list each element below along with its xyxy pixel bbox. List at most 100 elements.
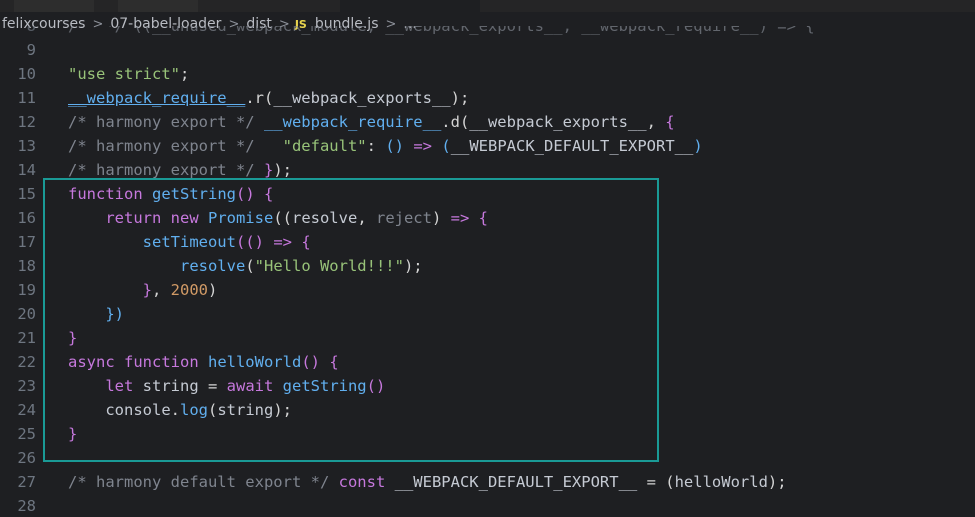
- line-number: 17: [17, 233, 36, 251]
- code-line[interactable]: 19 }, 2000): [0, 278, 975, 302]
- line-number: 23: [17, 377, 36, 395]
- code-text: let string = await getString(): [68, 374, 385, 398]
- editor-tab-active[interactable]: [340, 0, 480, 12]
- code-token: "Hello World!!!": [254, 257, 404, 275]
- code-token: =>: [273, 233, 292, 251]
- code-token: }: [263, 161, 274, 179]
- code-token: console: [105, 401, 171, 419]
- code-token: /* harmony export */: [68, 137, 264, 155]
- code-token: =>: [413, 137, 432, 155]
- code-token: (): [366, 377, 386, 395]
- code-token: return new: [105, 209, 208, 227]
- line-number: 13: [17, 137, 36, 155]
- code-token: ,: [357, 209, 376, 227]
- code-token: /* harmony export */: [68, 161, 264, 179]
- code-line[interactable]: 20 }): [0, 302, 975, 326]
- code-line[interactable]: 10 "use strict";: [0, 62, 975, 86]
- line-number: 19: [17, 281, 36, 299]
- code-token: async function: [68, 353, 208, 371]
- code-editor[interactable]: 8 /* */ ((__unused_webpack_module, __webp…: [0, 26, 975, 517]
- code-token: {: [329, 353, 339, 371]
- line-number: 22: [17, 353, 36, 371]
- code-line[interactable]: 27 /* harmony default export */ const __W…: [0, 470, 975, 494]
- code-token: ): [431, 209, 451, 227]
- code-text: return new Promise((resolve, reject) => …: [68, 206, 488, 230]
- code-token: __WEBPACK_DEFAULT_EXPORT__: [394, 473, 638, 491]
- code-line[interactable]: 18 resolve("Hello World!!!");: [0, 254, 975, 278]
- code-line[interactable]: 13 /* harmony export */ "default": () => …: [0, 134, 975, 158]
- code-token: helloWorld: [674, 473, 768, 491]
- code-token: }): [105, 305, 124, 323]
- code-text: console.log(string);: [68, 398, 292, 422]
- code-line[interactable]: 26: [0, 446, 975, 470]
- code-line[interactable]: 23 let string = await getString(): [0, 374, 975, 398]
- code-token: __webpack_require__: [68, 89, 246, 107]
- code-token: ) => {: [758, 26, 815, 35]
- editor-tab[interactable]: [118, 0, 198, 12]
- code-text: /* */ ((__unused_webpack_module, __webpa…: [68, 26, 815, 38]
- code-token: /* harmony default export */: [68, 473, 339, 491]
- editor-tab-strip: [0, 0, 975, 12]
- code-line[interactable]: 17 setTimeout(() => {: [0, 230, 975, 254]
- code-token: const: [338, 473, 395, 491]
- code-line[interactable]: 24 console.log(string);: [0, 398, 975, 422]
- code-line[interactable]: 9: [0, 38, 975, 62]
- code-token: ((: [273, 209, 292, 227]
- editor-tab[interactable]: [14, 0, 94, 12]
- code-text: setTimeout(() => {: [68, 230, 311, 254]
- code-line[interactable]: 11 __webpack_require__.r(__webpack_export…: [0, 86, 975, 110]
- code-token: Promise: [207, 209, 274, 227]
- code-line[interactable]: 15 function getString() {: [0, 182, 975, 206]
- code-token: .: [170, 401, 180, 419]
- code-line[interactable]: 8 /* */ ((__unused_webpack_module, __webp…: [0, 26, 975, 38]
- code-token: }: [68, 425, 78, 443]
- line-number: 27: [17, 473, 36, 491]
- code-token: {: [264, 185, 274, 203]
- code-line[interactable]: 16 return new Promise((resolve, reject) …: [0, 206, 975, 230]
- line-number: 21: [17, 329, 36, 347]
- code-token: /* */ ((: [68, 26, 152, 35]
- code-line[interactable]: 22 async function helloWorld() {: [0, 350, 975, 374]
- code-token: {: [478, 209, 489, 227]
- code-token: ;: [179, 65, 190, 83]
- code-token: __webpack_require__: [263, 113, 442, 131]
- code-token: );: [450, 89, 470, 107]
- code-token: {: [665, 113, 675, 131]
- code-token: }: [142, 281, 152, 299]
- code-token: =: [198, 377, 227, 395]
- code-token: ((): [235, 233, 264, 251]
- line-number: 9: [26, 41, 36, 59]
- code-text: __webpack_require__.r(__webpack_exports_…: [68, 86, 469, 110]
- code-token: =>: [450, 209, 470, 227]
- code-token: ,: [152, 281, 171, 299]
- code-token: );: [273, 161, 292, 179]
- code-token: resolve: [179, 257, 246, 275]
- line-number: 25: [17, 425, 36, 443]
- code-text: async function helloWorld() {: [68, 350, 339, 374]
- code-line[interactable]: 14 /* harmony export */ });: [0, 158, 975, 182]
- code-line[interactable]: 12 /* harmony export */ __webpack_require…: [0, 110, 975, 134]
- code-text: /* harmony export */ });: [68, 158, 292, 182]
- code-line[interactable]: 21}: [0, 326, 975, 350]
- code-line[interactable]: 28: [0, 494, 975, 517]
- code-token: .d(: [441, 113, 470, 131]
- code-token: "default": [282, 137, 367, 155]
- code-token: (: [441, 137, 451, 155]
- code-token: );: [403, 257, 423, 275]
- code-token: );: [767, 473, 787, 491]
- line-number: 26: [17, 449, 36, 467]
- line-number: 28: [17, 497, 36, 515]
- code-token: log: [180, 401, 208, 419]
- code-line[interactable]: 25}: [0, 422, 975, 446]
- code-text: }, 2000): [68, 278, 218, 302]
